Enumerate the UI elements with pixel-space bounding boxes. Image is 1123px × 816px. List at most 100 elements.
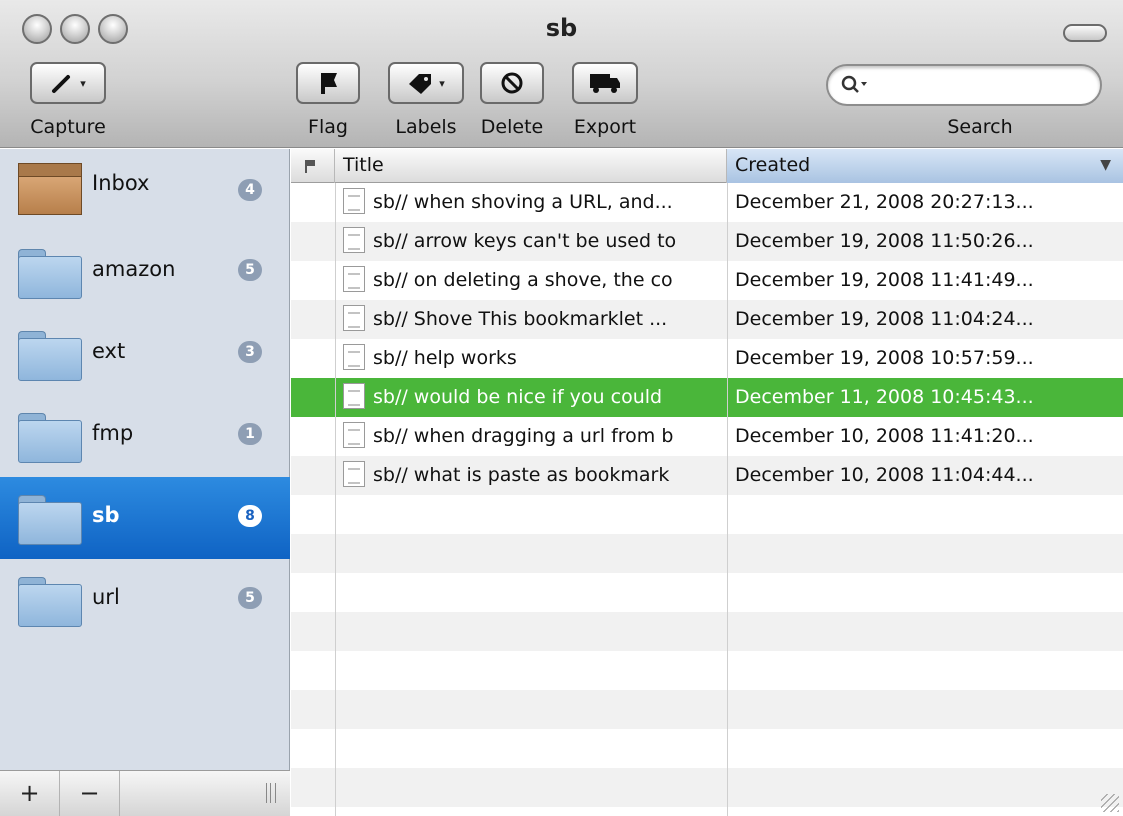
sidebar-item-sb[interactable]: sb 8 — [0, 477, 290, 559]
list-row-selected[interactable]: sb// would be nice if you could December… — [291, 378, 1123, 417]
created-column-header[interactable]: Created ▼ — [727, 149, 1123, 183]
folder-icon — [18, 577, 82, 627]
list-rows: sb// when shoving a URL, and... December… — [291, 183, 1123, 816]
toolbar: sb ▾ Capture Flag ▾ Labels Delete Export… — [0, 0, 1123, 148]
search-field[interactable] — [826, 64, 1102, 106]
document-icon — [343, 460, 365, 487]
sidebar-item-label: url — [92, 585, 120, 609]
inbox-icon — [18, 163, 82, 215]
row-title: sb// help works — [335, 339, 727, 378]
folder-icon — [18, 495, 82, 545]
truck-icon — [590, 74, 620, 93]
capture-label: Capture — [30, 116, 106, 138]
delete-button[interactable] — [480, 62, 544, 104]
sidebar-resize-handle[interactable] — [266, 783, 276, 803]
count-badge: 5 — [238, 259, 262, 281]
pen-icon — [52, 75, 71, 93]
sidebar-item-label: fmp — [92, 421, 134, 445]
row-created: December 19, 2008 11:04:24... — [735, 308, 1034, 330]
search-input[interactable] — [874, 74, 1094, 96]
document-icon — [343, 187, 365, 214]
empty-row — [291, 534, 1123, 573]
row-title: sb// when shoving a URL, and... — [335, 183, 727, 222]
sidebar-item-ext[interactable]: ext 3 — [0, 313, 290, 395]
row-title: sb// on deleting a shove, the co — [335, 261, 727, 300]
sidebar: Inbox 4 amazon 5 ext 3 fmp 1 sb 8 url 5 — [0, 149, 290, 816]
remove-folder-button[interactable]: − — [60, 771, 120, 816]
empty-row — [291, 573, 1123, 612]
window-resize-grip[interactable] — [1101, 794, 1119, 812]
flag-button[interactable] — [296, 62, 360, 104]
row-created: December 10, 2008 11:04:44... — [735, 464, 1034, 486]
empty-row — [291, 729, 1123, 768]
row-title-text: sb// Shove This bookmarklet ... — [373, 308, 668, 330]
title-column-header[interactable]: Title — [335, 149, 727, 183]
sidebar-footer: + − — [0, 770, 290, 816]
sidebar-item-label: Inbox — [92, 171, 150, 195]
search-icon — [841, 75, 867, 93]
folder-icon — [18, 413, 82, 463]
list-row[interactable]: sb// when shoving a URL, and... December… — [291, 183, 1123, 222]
row-title-text: sb// arrow keys can't be used to — [373, 230, 677, 252]
document-icon — [343, 421, 365, 448]
capture-button[interactable]: ▾ — [30, 62, 106, 104]
list-row[interactable]: sb// on deleting a shove, the co Decembe… — [291, 261, 1123, 300]
app-window: sb ▾ Capture Flag ▾ Labels Delete Export… — [0, 0, 1123, 816]
export-button[interactable] — [572, 62, 638, 104]
column-divider — [335, 183, 336, 816]
delete-label: Delete — [480, 116, 544, 138]
window-title: sb — [545, 14, 578, 42]
export-label: Export — [573, 116, 637, 138]
row-title-text: sb// what is paste as bookmark — [373, 464, 670, 486]
document-icon — [343, 304, 365, 331]
document-icon — [343, 226, 365, 253]
count-badge: 8 — [238, 505, 262, 527]
sidebar-item-amazon[interactable]: amazon 5 — [0, 231, 290, 313]
empty-row — [291, 690, 1123, 729]
document-icon — [343, 382, 365, 409]
folder-icon — [18, 331, 82, 381]
list-row[interactable]: sb// help works December 19, 2008 10:57:… — [291, 339, 1123, 378]
list-row[interactable]: sb// what is paste as bookmark December … — [291, 456, 1123, 495]
sidebar-item-fmp[interactable]: fmp 1 — [0, 395, 290, 477]
flag-icon — [321, 73, 337, 94]
row-title: sb// what is paste as bookmark — [335, 456, 727, 495]
row-title: sb// when dragging a url from b — [335, 417, 727, 456]
toolbar-toggle-button[interactable] — [1063, 24, 1107, 42]
chevron-down-icon: ▾ — [80, 76, 86, 90]
sidebar-item-url[interactable]: url 5 — [0, 559, 290, 641]
empty-row — [291, 612, 1123, 651]
row-title-text: sb// when shoving a URL, and... — [373, 191, 673, 213]
row-created: December 11, 2008 10:45:43... — [735, 386, 1034, 408]
sort-descending-icon: ▼ — [1100, 157, 1111, 173]
sidebar-item-inbox[interactable]: Inbox 4 — [0, 149, 290, 231]
flag-column-header[interactable] — [291, 149, 335, 183]
flag-label: Flag — [308, 116, 348, 138]
labels-label: Labels — [395, 116, 457, 138]
no-entry-icon — [501, 72, 523, 94]
row-title: sb// would be nice if you could — [335, 378, 727, 417]
empty-row — [291, 495, 1123, 534]
empty-row — [291, 651, 1123, 690]
count-badge: 4 — [238, 179, 262, 201]
list-row[interactable]: sb// arrow keys can't be used to Decembe… — [291, 222, 1123, 261]
document-icon — [343, 343, 365, 370]
sidebar-item-label: amazon — [92, 257, 176, 281]
row-title: sb// arrow keys can't be used to — [335, 222, 727, 261]
row-title: sb// Shove This bookmarklet ... — [335, 300, 727, 339]
sidebar-item-label: sb — [92, 503, 120, 527]
row-title-text: sb// on deleting a shove, the co — [373, 269, 673, 291]
search-label: Search — [947, 116, 1013, 138]
chevron-down-icon: ▾ — [439, 76, 445, 90]
row-created: December 19, 2008 11:50:26... — [735, 230, 1034, 252]
column-divider — [727, 183, 728, 816]
list-row[interactable]: sb// when dragging a url from b December… — [291, 417, 1123, 456]
list-header: Title Created ▼ — [291, 149, 1123, 183]
row-created: December 21, 2008 20:27:13... — [735, 191, 1034, 213]
count-badge: 1 — [238, 423, 262, 445]
flag-icon — [305, 160, 315, 173]
list-row[interactable]: sb// Shove This bookmarklet ... December… — [291, 300, 1123, 339]
add-folder-button[interactable]: + — [0, 771, 60, 816]
document-icon — [343, 265, 365, 292]
labels-button[interactable]: ▾ — [388, 62, 464, 104]
